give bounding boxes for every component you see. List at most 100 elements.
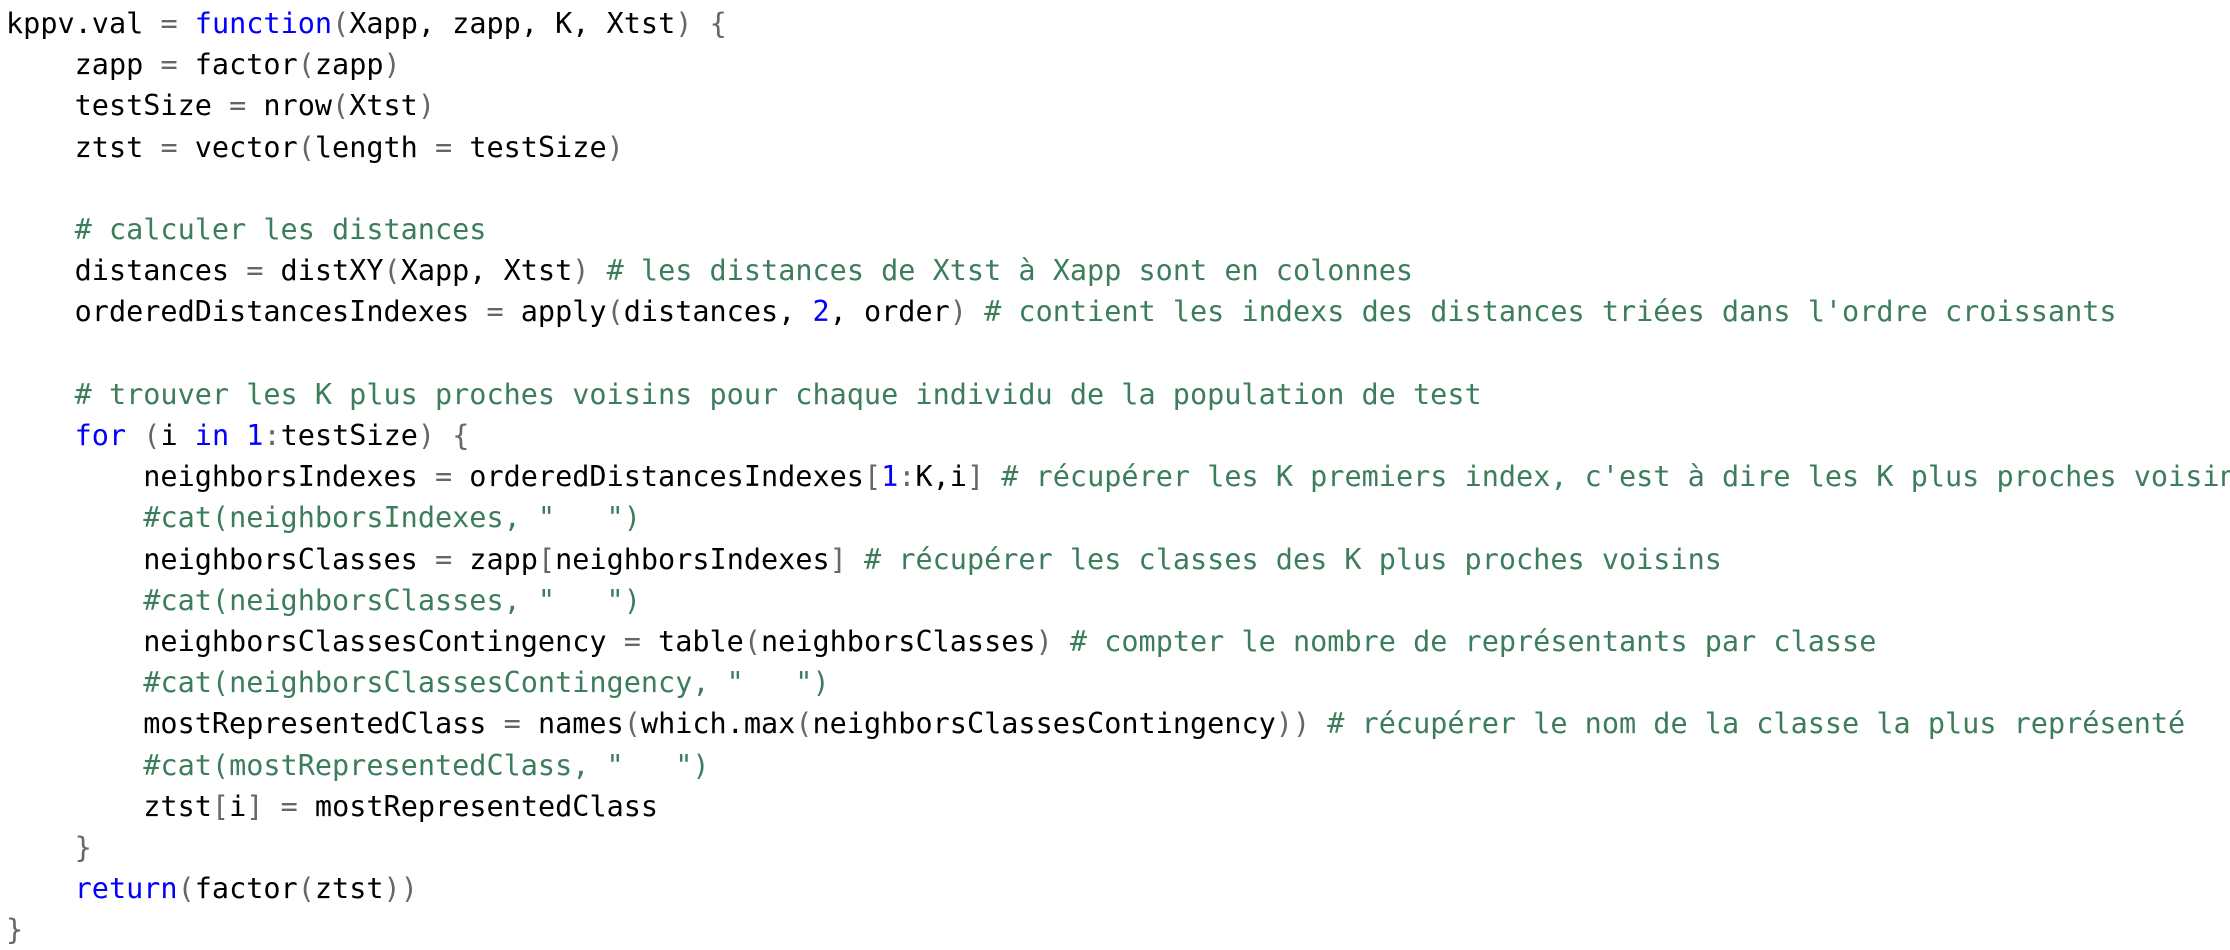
code-token-plain: i (160, 419, 195, 452)
code-token-plain: ztst (314, 872, 384, 906)
code-token-plain: vector (177, 130, 298, 164)
code-token-bracket: [ (211, 789, 230, 823)
code-token-plain: neighborsClassesContingency (6, 625, 624, 658)
code-line: neighborsClassesContingency = table(neig… (6, 621, 1876, 662)
code-token-plain: nrow (246, 89, 333, 123)
code-token-plain: factor (177, 48, 298, 82)
code-token-plain: i (229, 789, 247, 823)
code-token-plain: neighborsClassesContingency (812, 707, 1276, 741)
code-token-bracket: ] (246, 789, 264, 823)
code-token-bracket: ) (417, 89, 436, 123)
code-token-bracket: { (452, 419, 470, 452)
code-line: ztst[i] = mostRepresentedClass (6, 786, 658, 827)
code-token-comment: #cat(mostRepresentedClass, " ") (143, 748, 710, 782)
code-token-keyword: return (74, 872, 178, 906)
code-token-comment: #cat(neighborsClasses, " ") (143, 583, 641, 617)
code-token-plain: factor (194, 872, 298, 906)
code-token-operator: = (280, 789, 298, 823)
code-token-bracket: ] (966, 460, 985, 494)
code-line: #cat(mostRepresentedClass, " ") (6, 745, 710, 786)
code-token-bracket: )) (383, 872, 418, 906)
code-token-plain: zapp (314, 48, 384, 82)
code-token-plain: kppv.val (6, 7, 161, 40)
code-editor[interactable]: kppv.val = function(Xapp, zapp, K, Xtst)… (0, 0, 2230, 950)
code-token-operator: = (160, 130, 178, 164)
code-token-bracket: [ (863, 460, 882, 494)
code-token-bracket: ) (949, 295, 967, 329)
code-token-comment: # récupérer les K premiers index, c'est … (1001, 460, 2230, 494)
code-token-bracket: ) (572, 254, 590, 288)
code-line: neighborsIndexes = orderedDistancesIndex… (6, 456, 2230, 497)
code-token-operator: = (623, 625, 641, 658)
code-token-plain: orderedDistancesIndexes (6, 295, 487, 329)
code-line: #cat(neighborsIndexes, " ") (6, 497, 641, 538)
code-token-bracket: ( (623, 707, 641, 741)
code-token-operator: : (898, 460, 916, 494)
code-token-bracket: ( (383, 254, 401, 288)
code-line: orderedDistancesIndexes = apply(distance… (6, 291, 2117, 332)
code-token-comment: # récupérer le nom de la classe la plus … (1327, 707, 2186, 741)
code-token-plain: Xapp, Xtst (400, 254, 573, 288)
code-token-plain: length (314, 130, 435, 164)
code-line: #cat(neighborsClassesContingency, " ") (6, 662, 829, 703)
code-line: distances = distXY(Xapp, Xtst) # les dis… (6, 250, 1413, 291)
code-line: } (6, 827, 92, 868)
code-token-bracket: ( (297, 130, 315, 164)
code-token-comment: # calculer les distances (74, 213, 487, 246)
code-token-operator: = (160, 48, 178, 82)
code-line: for (i in 1:testSize) { (6, 415, 470, 456)
code-token-comment: # compter le nombre de représentants par… (1069, 625, 1877, 658)
code-line: kppv.val = function(Xapp, zapp, K, Xtst)… (6, 3, 727, 44)
code-token-plain: zapp (452, 542, 538, 576)
code-token-number: 1 (246, 419, 264, 452)
code-token-bracket: )) (1275, 707, 1311, 741)
code-token-bracket: } (74, 831, 92, 864)
code-token-plain: neighborsIndexes (555, 542, 830, 576)
code-token-plain: neighborsIndexes (6, 460, 435, 494)
code-token-plain: K,i (915, 460, 967, 494)
code-token-plain: mostRepresentedClass (6, 707, 504, 741)
code-token-bracket: ) (383, 48, 401, 82)
code-token-operator: = (160, 7, 178, 40)
code-token-comment: # contient les indexs des distances trié… (984, 295, 2117, 329)
code-token-plain: distXY (263, 254, 384, 288)
code-token-plain: mostRepresentedClass (297, 789, 659, 823)
code-token-bracket: ) (606, 130, 624, 164)
code-token-bracket: } (6, 913, 24, 947)
code-line: zapp = factor(zapp) (6, 44, 401, 85)
code-token-operator: = (434, 542, 453, 576)
code-token-comment: #cat(neighborsIndexes, " ") (143, 501, 641, 535)
code-token-number: 2 (812, 295, 830, 329)
code-token-bracket: ( (297, 872, 315, 906)
code-line: return(factor(ztst)) (6, 868, 418, 909)
code-line: ztst = vector(length = testSize) (6, 127, 624, 168)
code-line: #cat(neighborsClasses, " ") (6, 580, 641, 621)
code-token-plain: ztst (6, 789, 212, 823)
code-token-plain: Xapp, zapp, K, Xtst (349, 7, 676, 40)
code-token-plain: neighborsClasses (6, 542, 435, 576)
code-token-plain: orderedDistancesIndexes (452, 460, 864, 494)
code-token-bracket: ( (743, 625, 762, 658)
code-token-plain: Xtst (349, 89, 418, 123)
code-token-plain: testSize (280, 419, 418, 452)
code-token-plain: table (640, 625, 744, 658)
code-token-bracket: ( (177, 872, 195, 906)
